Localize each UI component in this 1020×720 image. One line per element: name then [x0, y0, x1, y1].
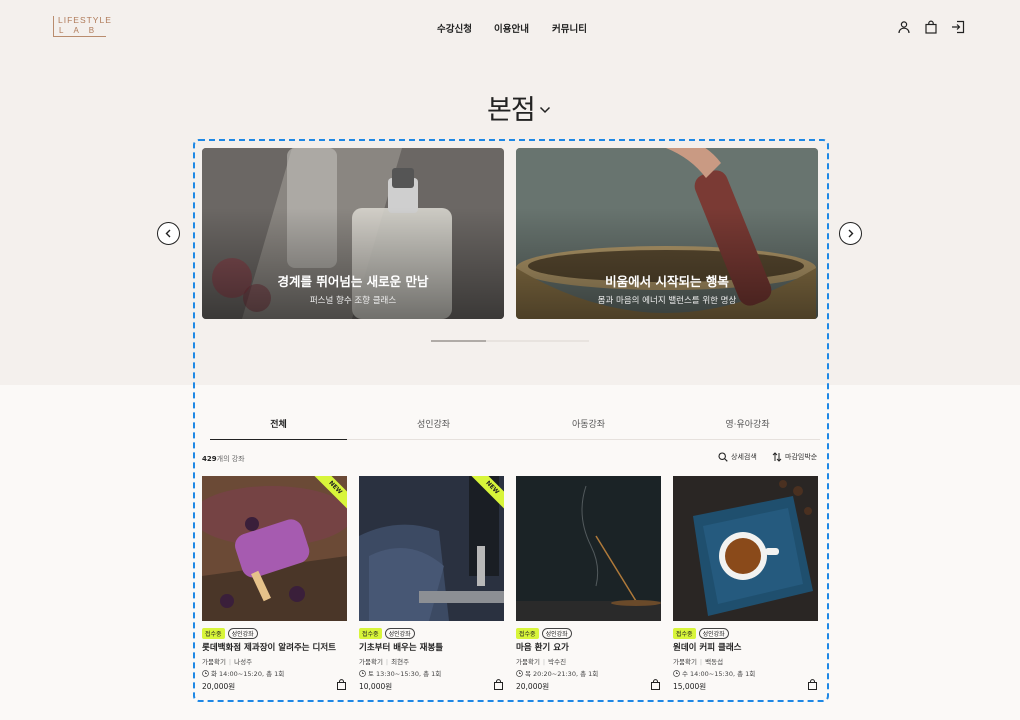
course-image-coffee[interactable]	[673, 476, 818, 621]
card-title[interactable]: 기초부터 배우는 재봉틀	[359, 641, 443, 653]
card-title[interactable]: 마음 환기 요가	[516, 641, 569, 653]
clock-icon	[202, 669, 209, 677]
course-card[interactable]: 접수중 성인강좌 마음 환기 요가 가뭄확기 | 박수진 목 20:20~21:30…	[516, 476, 661, 691]
banner-perfume[interactable]: 경계를 뛰어넘는 새로운 만남 퍼스널 향수 조향 클래스	[202, 148, 504, 319]
dessert-illustration	[202, 476, 347, 621]
card-category: 가뭄확기	[359, 658, 383, 666]
card-category: 가뭄확기	[516, 658, 540, 666]
cart-icon[interactable]	[650, 679, 661, 690]
status-badge: 접수중	[359, 628, 382, 639]
banner-subtitle: 퍼스널 향수 조향 클래스	[309, 296, 397, 306]
card-price: 20,000원	[202, 682, 236, 691]
branch-selector[interactable]: 본점	[487, 88, 551, 127]
chevron-right-icon	[848, 229, 854, 238]
status-badge: 접수중	[673, 628, 696, 639]
banner-meditation[interactable]: 비움에서 시작되는 행복 몸과 마음의 에너지 밸런스를 위한 명상	[516, 148, 818, 319]
card-price: 10,000원	[359, 682, 393, 691]
card-teacher: 백동섭	[705, 658, 724, 666]
chevron-down-icon	[539, 106, 550, 113]
banner-title: 비움에서 시작되는 행복	[605, 274, 729, 289]
sort-button[interactable]: 마감임박순	[772, 452, 817, 462]
status-badge: 접수중	[202, 628, 225, 639]
card-schedule-text: 수 14:00~15:30, 총 1회	[682, 670, 756, 678]
carousel-next-button[interactable]	[839, 222, 862, 245]
sewing-illustration	[359, 476, 504, 621]
category-badge: 성인강좌	[227, 628, 258, 639]
detail-search-button[interactable]: 상세검색	[718, 452, 757, 462]
card-category: 가뭄확기	[673, 658, 697, 666]
card-badges: 접수중 성인강좌	[673, 628, 729, 639]
main-nav: 수강신청 이용안내 커뮤니티	[0, 21, 1020, 35]
card-meta: 가뭄확기 | 최현주	[359, 658, 410, 666]
header-icons	[897, 19, 965, 34]
card-schedule: 목 20:20~21:30, 총 1회	[516, 668, 598, 678]
card-title[interactable]: 롯데백화점 제과장이 알려주는 디저트	[202, 641, 336, 653]
chevron-left-icon	[165, 229, 171, 238]
card-price: 20,000원	[516, 682, 550, 691]
tab-adult[interactable]: 성인강좌	[365, 411, 502, 440]
course-count: 429개의 강좌	[202, 454, 245, 464]
card-schedule-text: 목 20:20~21:30, 총 1회	[525, 670, 599, 678]
coffee-illustration	[673, 476, 818, 621]
card-schedule-text: 화 14:00~15:20, 총 1회	[211, 670, 285, 678]
clock-icon	[516, 669, 523, 677]
carousel-prev-button[interactable]	[157, 222, 180, 245]
card-teacher: 최현주	[391, 658, 410, 666]
sort-icon	[772, 452, 782, 462]
category-badge: 성인강좌	[541, 628, 572, 639]
tab-infant[interactable]: 영·유아강좌	[675, 411, 820, 440]
category-badge: 성인강좌	[384, 628, 415, 639]
banner-subtitle: 몸과 마음의 에너지 밸런스를 위한 명상	[597, 296, 737, 306]
course-card[interactable]: NEW 접수중 성인강좌 기초부터 배우는 재봉틀 가뭄확기 | 최현주 토 13:…	[359, 476, 504, 691]
tab-all[interactable]: 전체	[210, 411, 347, 440]
card-meta: 가뭄확기 | 백동섭	[673, 658, 724, 666]
banner-title: 경계를 뛰어넘는 새로운 만남	[277, 274, 429, 289]
sort-label: 마감임박순	[785, 453, 818, 461]
card-meta: 가뭄확기 | 박수진	[516, 658, 567, 666]
page-title: 본점	[487, 95, 536, 126]
course-count-number: 429	[202, 455, 217, 463]
user-icon[interactable]	[897, 19, 911, 34]
card-title[interactable]: 원데이 커피 클래스	[673, 641, 741, 653]
nav-item-guide[interactable]: 이용안내	[494, 21, 529, 35]
bag-icon[interactable]	[924, 19, 938, 34]
course-card[interactable]: 접수중 성인강좌 원데이 커피 클래스 가뭄확기 | 백동섭 수 14:00~15:…	[673, 476, 818, 691]
course-image-dessert[interactable]: NEW	[202, 476, 347, 621]
course-count-suffix: 개의 강좌	[216, 455, 245, 463]
category-badge: 성인강좌	[698, 628, 729, 639]
course-image-yoga[interactable]	[516, 476, 661, 621]
login-icon[interactable]	[951, 19, 965, 34]
course-card[interactable]: NEW 접수중 성인강좌 롯데백화점 제과장이 알려주는 디저트 가뭄확기 | 나성…	[202, 476, 347, 691]
card-schedule-text: 토 13:30~15:30, 총 1회	[368, 670, 442, 678]
cart-icon[interactable]	[336, 679, 347, 690]
card-meta: 가뭄확기 | 나성주	[202, 658, 253, 666]
carousel-progress[interactable]	[431, 340, 589, 342]
card-schedule: 화 14:00~15:20, 총 1회	[202, 668, 284, 678]
tab-child[interactable]: 아동강좌	[520, 411, 657, 440]
category-tabs: 전체 성인강좌 아동강좌 영·유아강좌	[210, 411, 820, 440]
cart-icon[interactable]	[493, 679, 504, 690]
carousel-progress-fill	[431, 340, 487, 342]
search-icon	[718, 452, 728, 462]
card-badges: 접수중 성인강좌	[516, 628, 572, 639]
course-image-sewing[interactable]: NEW	[359, 476, 504, 621]
card-price: 15,000원	[673, 682, 707, 691]
card-badges: 접수중 성인강좌	[359, 628, 415, 639]
card-teacher: 박수진	[548, 658, 567, 666]
incense-illustration	[516, 476, 661, 621]
card-teacher: 나성주	[234, 658, 253, 666]
card-category: 가뭄확기	[202, 658, 226, 666]
clock-icon	[673, 669, 680, 677]
detail-search-label: 상세검색	[731, 453, 757, 461]
nav-item-community[interactable]: 커뮤니티	[552, 21, 587, 35]
card-badges: 접수중 성인강좌	[202, 628, 258, 639]
clock-icon	[359, 669, 366, 677]
hero-background	[0, 0, 1020, 385]
card-schedule: 수 14:00~15:30, 총 1회	[673, 668, 755, 678]
status-badge: 접수중	[516, 628, 539, 639]
cart-icon[interactable]	[807, 679, 818, 690]
nav-item-registration[interactable]: 수강신청	[437, 21, 472, 35]
card-schedule: 토 13:30~15:30, 총 1회	[359, 668, 441, 678]
